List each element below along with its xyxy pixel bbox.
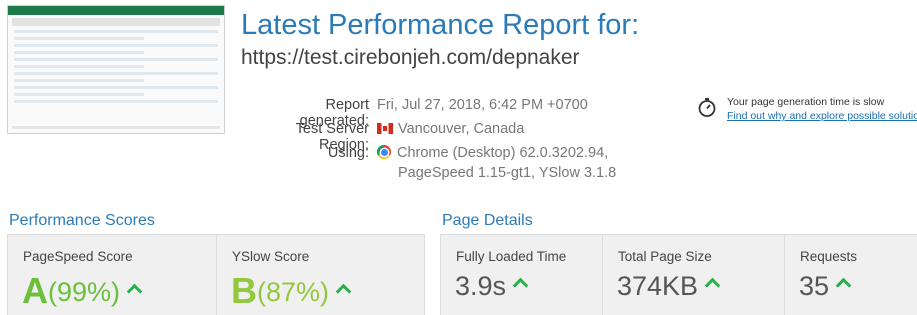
slow-notice-text: Your page generation time is slow [727, 96, 885, 108]
thumbnail-row [14, 100, 218, 103]
load-time-cell[interactable]: Fully Loaded Time 3.9s [441, 235, 603, 315]
pagespeed-score-value: A(99%) [22, 270, 143, 311]
pagespeed-percent: (99%) [48, 277, 121, 307]
requests-value: 35 [799, 271, 830, 301]
page-details-heading: Page Details [442, 212, 533, 229]
using-line1: Chrome (Desktop) 62.0.3202.94, [397, 145, 609, 161]
canada-flag-icon [377, 123, 393, 134]
page-size-value: 374KB [617, 271, 699, 301]
load-time-label: Fully Loaded Time [456, 249, 567, 264]
load-time-value-wrap: 3.9s [455, 271, 529, 301]
thumbnail-row [14, 30, 218, 33]
arrow-up-icon [335, 283, 352, 300]
yslow-score-label: YSlow Score [232, 249, 310, 264]
thumbnail-footer [12, 126, 220, 129]
pagespeed-score-label: PageSpeed Score [23, 249, 133, 264]
pagespeed-grade: A [22, 270, 48, 311]
chrome-icon [377, 145, 391, 159]
thumbnail-title-bar [12, 18, 220, 26]
region-value: Vancouver, Canada [398, 121, 525, 137]
arrow-up-icon [835, 277, 852, 294]
report-url: https://test.cirebonjeh.com/depnaker [241, 46, 580, 69]
yslow-score-value: B(87%) [231, 270, 352, 311]
using-value-wrap: Chrome (Desktop) 62.0.3202.94, [377, 145, 608, 161]
thumbnail-row [14, 86, 218, 89]
page-size-value-wrap: 374KB [617, 271, 721, 301]
yslow-score-cell[interactable]: YSlow Score B(87%) [217, 235, 424, 315]
using-label: Using: [327, 145, 369, 161]
thumbnail-row [14, 79, 144, 82]
thumbnail-row [14, 37, 144, 40]
page-details-panel: Fully Loaded Time 3.9s Total Page Size 3… [440, 234, 917, 315]
thumbnail-row [14, 51, 144, 54]
thumbnail-header [8, 6, 224, 15]
thumbnail-row [14, 58, 218, 61]
performance-scores-heading: Performance Scores [9, 212, 155, 229]
arrow-up-icon [704, 277, 721, 294]
stopwatch-icon [698, 98, 716, 117]
generated-value: Fri, Jul 27, 2018, 6:42 PM +0700 [377, 97, 588, 113]
report-title: Latest Performance Report for: [241, 9, 640, 41]
thumbnail-row [14, 65, 144, 68]
requests-cell[interactable]: Requests 35 [785, 235, 917, 315]
region-value-wrap: Vancouver, Canada [377, 121, 524, 137]
page-size-cell[interactable]: Total Page Size 374KB [603, 235, 785, 315]
page-size-label: Total Page Size [618, 249, 712, 264]
yslow-percent: (87%) [257, 277, 330, 307]
requests-value-wrap: 35 [799, 271, 852, 301]
thumbnail-row [14, 44, 218, 47]
performance-scores-panel: PageSpeed Score A(99%) YSlow Score B(87%… [7, 234, 425, 315]
yslow-grade: B [231, 270, 257, 311]
pagespeed-score-cell[interactable]: PageSpeed Score A(99%) [8, 235, 217, 315]
using-line2: PageSpeed 1.15-gt1, YSlow 3.1.8 [398, 165, 617, 181]
thumbnail-row [14, 93, 144, 96]
page-screenshot-thumbnail[interactable] [7, 5, 225, 134]
load-time-value: 3.9s [455, 271, 507, 301]
arrow-up-icon [512, 277, 529, 294]
slow-notice-link[interactable]: Find out why and explore possible soluti… [727, 110, 917, 122]
requests-label: Requests [800, 249, 858, 264]
arrow-up-icon [126, 283, 143, 300]
thumbnail-row [14, 72, 218, 75]
